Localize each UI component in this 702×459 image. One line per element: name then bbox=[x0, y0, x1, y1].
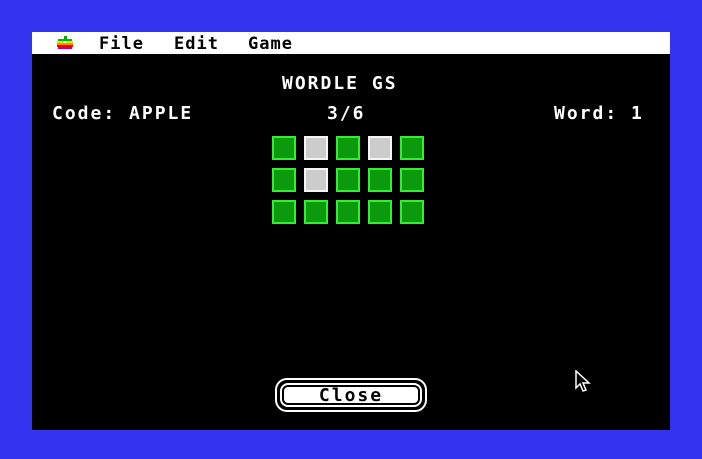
letter-tile-green bbox=[336, 136, 360, 160]
menu-game[interactable]: Game bbox=[248, 34, 293, 54]
letter-tile-green bbox=[400, 168, 424, 192]
guess-progress: 3/6 bbox=[327, 103, 366, 124]
screen: File Edit Game WORDLE GS Code: APPLE 3/6… bbox=[32, 32, 670, 430]
guess-grid bbox=[272, 136, 432, 232]
letter-tile-green bbox=[336, 200, 360, 224]
close-button-label: Close bbox=[318, 384, 384, 406]
arrow-pointer-icon bbox=[575, 370, 591, 392]
letter-tile-green bbox=[400, 200, 424, 224]
close-button[interactable]: Close bbox=[275, 378, 427, 412]
menu-bar: File Edit Game bbox=[32, 32, 670, 55]
apple-logo-icon[interactable] bbox=[56, 36, 74, 50]
guess-row bbox=[272, 200, 432, 228]
letter-tile-green bbox=[336, 168, 360, 192]
guess-row bbox=[272, 136, 432, 164]
game-title: WORDLE GS bbox=[282, 73, 398, 94]
letter-tile-green bbox=[400, 136, 424, 160]
letter-tile-green bbox=[272, 200, 296, 224]
letter-tile-green bbox=[368, 168, 392, 192]
letter-tile-gray bbox=[304, 136, 328, 160]
letter-tile-gray bbox=[304, 168, 328, 192]
letter-tile-green bbox=[304, 200, 328, 224]
letter-tile-green bbox=[272, 136, 296, 160]
menu-file[interactable]: File bbox=[99, 34, 144, 54]
guess-row bbox=[272, 168, 432, 196]
letter-tile-green bbox=[272, 168, 296, 192]
menu-edit[interactable]: Edit bbox=[174, 34, 219, 54]
word-label: Word: 1 bbox=[554, 103, 644, 124]
letter-tile-green bbox=[368, 200, 392, 224]
letter-tile-gray bbox=[368, 136, 392, 160]
code-label: Code: APPLE bbox=[52, 103, 194, 124]
close-button-face[interactable]: Close bbox=[280, 383, 422, 407]
